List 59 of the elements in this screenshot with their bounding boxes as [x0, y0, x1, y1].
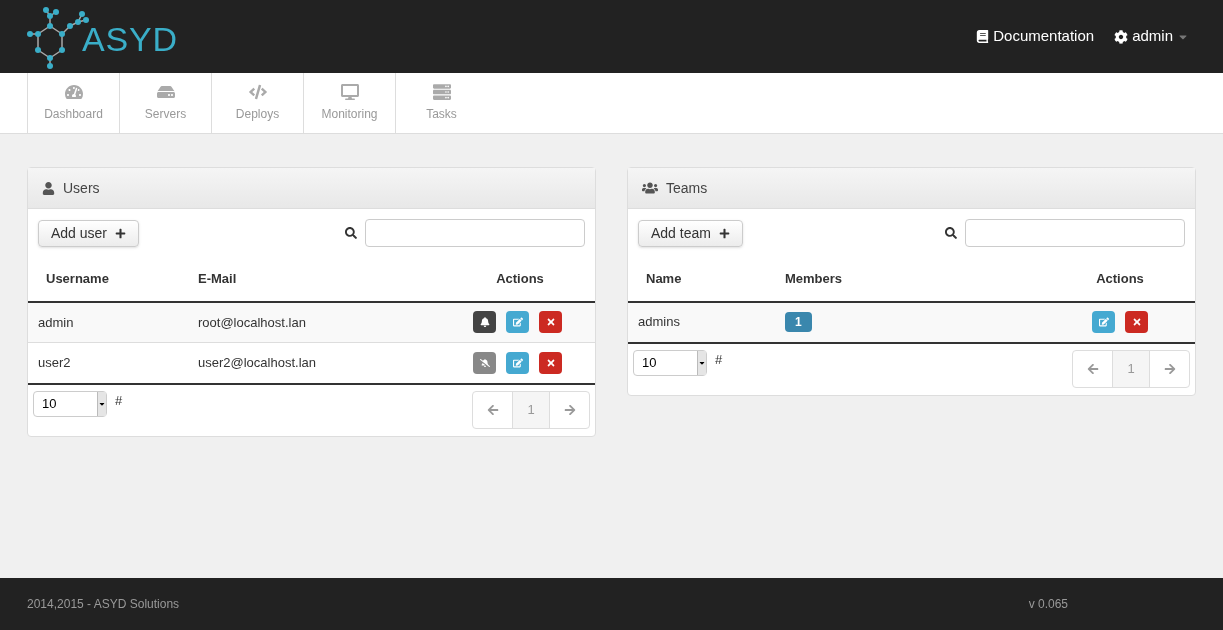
table-cell: root@localhost.lan [198, 301, 445, 343]
left-arrow-icon [1086, 362, 1099, 375]
delete-button[interactable] [539, 311, 562, 334]
left-arrow-icon [486, 403, 499, 416]
muted-bell-icon [479, 357, 490, 368]
column-header: Username [28, 257, 198, 302]
page-size-select[interactable]: 10 [33, 390, 107, 417]
search-icon [945, 227, 957, 239]
search-field[interactable] [965, 219, 1185, 247]
add-button[interactable]: Add user [38, 219, 140, 247]
search-field[interactable] [365, 219, 585, 247]
drive-icon [156, 83, 175, 101]
panel-title: Teams [666, 178, 708, 198]
right-arrow-icon [1163, 362, 1176, 375]
version-text: v 0.065 [1028, 596, 1068, 613]
close-icon [545, 357, 556, 368]
copyright-text: 2014,2015 - ASYD Solutions [27, 596, 180, 613]
column-header: Members [785, 257, 1045, 302]
delete-button[interactable] [539, 351, 562, 374]
close-icon [545, 317, 556, 328]
column-header: Name [628, 257, 785, 302]
stacked-bars-icon [432, 83, 451, 101]
column-header: Actions [445, 257, 595, 302]
group-icon [642, 180, 658, 196]
column-header: E-Mail [198, 257, 445, 302]
gear-icon [1114, 29, 1129, 44]
edit-button[interactable] [506, 351, 529, 374]
page-size-select[interactable]: 10 [633, 349, 707, 376]
right-arrow-icon [563, 403, 576, 416]
add-button[interactable]: Add team [638, 219, 743, 247]
notifications-button[interactable] [473, 311, 496, 334]
edit-button[interactable] [506, 311, 529, 334]
panel-title: Users [63, 178, 100, 198]
edit-icon [512, 317, 523, 328]
brand-name[interactable]: ASYD [82, 21, 178, 56]
close-icon [1131, 317, 1142, 327]
delete-button[interactable] [1125, 311, 1148, 333]
user-icon [42, 181, 55, 195]
gauge-icon [64, 83, 83, 101]
user-menu[interactable]: admin [1114, 25, 1189, 48]
table-cell: user2@localhost.lan [198, 342, 445, 384]
code-icon [248, 83, 267, 101]
bell-icon [479, 317, 490, 328]
table-cell: admins [628, 301, 785, 343]
plus-icon [115, 227, 127, 239]
search-icon [345, 227, 357, 239]
hash-label: # [715, 350, 723, 369]
book-icon [976, 30, 990, 43]
table-cell: admin [28, 301, 198, 343]
column-header: Actions [1045, 257, 1195, 302]
table-cell: user2 [28, 342, 198, 384]
edit-icon [512, 357, 523, 368]
monitor-icon [340, 83, 359, 101]
documentation-link[interactable]: Documentation [976, 25, 1095, 48]
member-count: 1 [785, 312, 812, 332]
edit-button[interactable] [1092, 311, 1115, 333]
plus-icon [718, 227, 730, 239]
edit-icon [1098, 317, 1109, 327]
hash-label: # [115, 391, 123, 410]
